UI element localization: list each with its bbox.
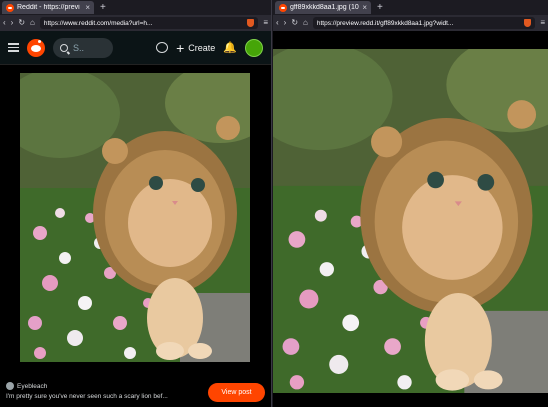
home-icon[interactable]: ⌂ xyxy=(30,19,35,27)
menu-icon[interactable]: ≡ xyxy=(263,19,268,27)
reload-icon[interactable]: ↻ xyxy=(291,19,298,27)
search-placeholder: S.. xyxy=(73,42,85,53)
new-tab-button[interactable]: + xyxy=(377,2,383,13)
subreddit-avatar[interactable] xyxy=(6,382,14,390)
bell-icon[interactable]: 🔔 xyxy=(223,41,237,54)
view-post-button[interactable]: View post xyxy=(208,383,265,402)
page-background xyxy=(273,393,548,407)
plus-icon: + xyxy=(176,39,185,56)
right-browser-window: gff89xkkd8aa1.jpg (10 × + ‹ › ↻ ⌂ https:… xyxy=(273,0,548,407)
left-browser-window: Reddit - https://previ × + ‹ › ↻ ⌂ https… xyxy=(0,0,272,407)
create-label: Create xyxy=(188,42,216,53)
full-image[interactable] xyxy=(273,49,548,393)
nav-toolbar: ‹ › ↻ ⌂ https://www.reddit.com/media?url… xyxy=(0,15,271,31)
reddit-favicon-icon xyxy=(279,3,287,12)
post-meta: Eyebleach xyxy=(6,382,47,390)
forward-icon[interactable]: › xyxy=(284,19,287,27)
tab-strip: gff89xkkd8aa1.jpg (10 × + xyxy=(273,0,548,15)
tab-title: gff89xkkd8aa1.jpg (10 xyxy=(290,4,359,11)
search-input[interactable]: S.. xyxy=(53,37,113,58)
forward-icon[interactable]: › xyxy=(11,19,14,27)
menu-icon[interactable]: ≡ xyxy=(540,19,545,27)
post-image[interactable] xyxy=(20,73,250,362)
tab-image[interactable]: gff89xkkd8aa1.jpg (10 × xyxy=(275,1,371,14)
reddit-header: S.. + Create 🔔 xyxy=(0,31,271,65)
menu-icon[interactable] xyxy=(8,43,19,52)
tab-title: Reddit - https://previ xyxy=(17,4,80,11)
url-text: https://preview.redd.it/gff89xkkd8aa1.jp… xyxy=(316,19,454,27)
avatar[interactable] xyxy=(245,38,263,57)
back-icon[interactable]: ‹ xyxy=(276,19,279,27)
close-icon[interactable]: × xyxy=(362,3,367,12)
search-icon xyxy=(60,43,68,52)
brave-shield-icon[interactable] xyxy=(524,19,532,27)
close-icon[interactable]: × xyxy=(85,3,90,12)
chat-icon[interactable] xyxy=(156,42,169,53)
tab-reddit[interactable]: Reddit - https://previ × xyxy=(2,1,94,14)
username[interactable]: Eyebleach xyxy=(17,383,47,390)
post-caption: I'm pretty sure you've never seen such a… xyxy=(6,393,168,400)
back-icon[interactable]: ‹ xyxy=(3,19,6,27)
new-tab-button[interactable]: + xyxy=(100,2,106,13)
create-button[interactable]: + Create xyxy=(176,41,215,55)
url-bar[interactable]: https://preview.redd.it/gff89xkkd8aa1.jp… xyxy=(312,17,536,29)
brave-shield-icon[interactable] xyxy=(247,19,255,27)
url-text: https://www.reddit.com/media?url=h... xyxy=(43,19,153,27)
reddit-favicon-icon xyxy=(6,3,14,12)
url-bar[interactable]: https://www.reddit.com/media?url=h... xyxy=(39,17,259,29)
reddit-logo-icon[interactable] xyxy=(27,38,45,57)
tab-strip: Reddit - https://previ × + xyxy=(0,0,271,15)
nav-toolbar: ‹ › ↻ ⌂ https://preview.redd.it/gff89xkk… xyxy=(273,15,548,31)
home-icon[interactable]: ⌂ xyxy=(303,19,308,27)
reload-icon[interactable]: ↻ xyxy=(18,19,25,27)
